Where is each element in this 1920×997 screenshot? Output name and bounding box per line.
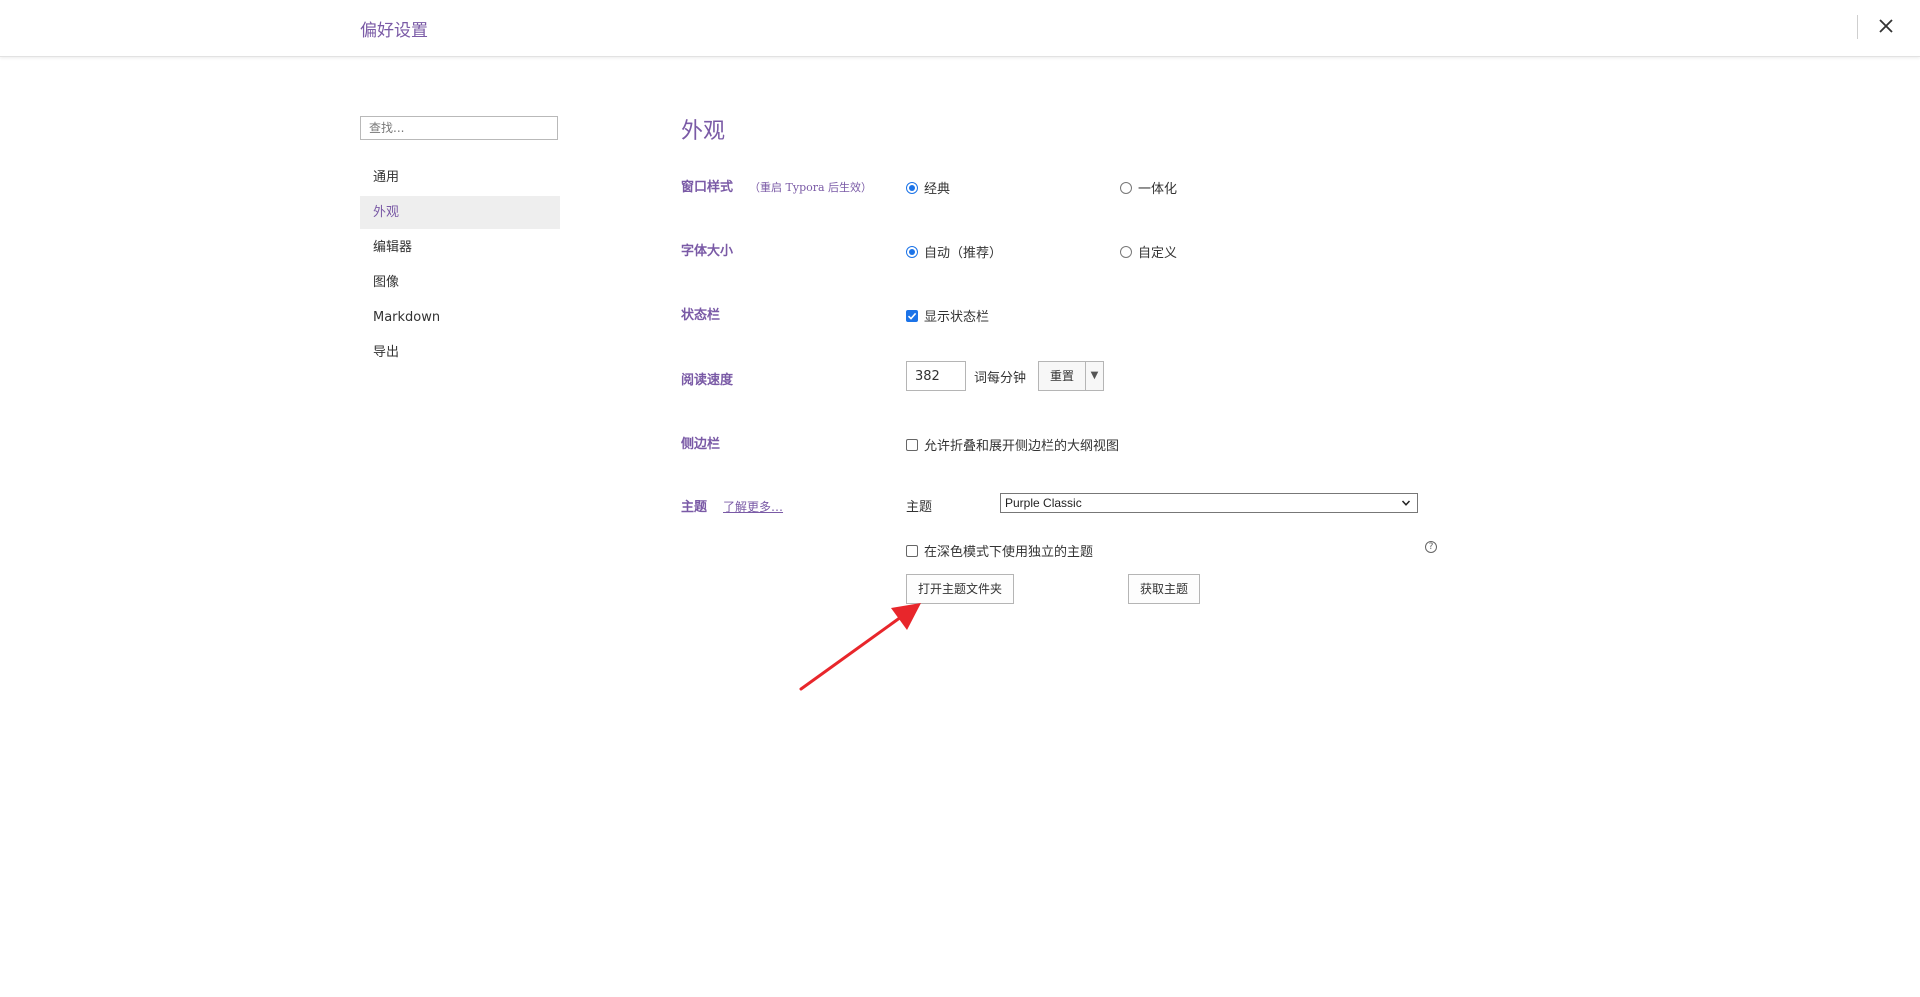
sidebar-outline-checkbox-label: 允许折叠和展开侧边栏的大纲视图: [924, 439, 1120, 454]
reset-button[interactable]: 重置: [1039, 362, 1086, 390]
reading-speed-label: 阅读速度: [681, 373, 734, 388]
window-title: 偏好设置: [360, 21, 428, 41]
font-size-auto-label: 自动（推荐）: [924, 246, 1003, 261]
section-title: 外观: [681, 119, 726, 144]
dark-mode-theme-checkbox[interactable]: [906, 544, 918, 557]
reset-dropdown-arrow[interactable]: ▼: [1086, 362, 1103, 390]
window-style-label-text: 窗口样式: [681, 180, 734, 195]
sidebar-item-appearance[interactable]: 外观: [360, 196, 560, 229]
sidebar-item-general[interactable]: 通用: [360, 161, 560, 194]
sidebar-outline-option[interactable]: 允许折叠和展开侧边栏的大纲视图: [906, 435, 1119, 454]
title-separator: [1857, 15, 1858, 39]
window-style-unified-label: 一体化: [1138, 182, 1178, 197]
font-size-auto-option[interactable]: 自动（推荐）: [906, 242, 1002, 261]
status-bar-checkbox-label: 显示状态栏: [924, 310, 990, 325]
status-bar-checkbox[interactable]: [906, 309, 918, 322]
sidebar-item-markdown[interactable]: Markdown: [360, 301, 560, 334]
dark-mode-theme-label: 在深色模式下使用独立的主题: [924, 545, 1094, 560]
theme-field-label: 主题: [906, 500, 933, 515]
radio-font-auto[interactable]: [906, 245, 918, 258]
close-button[interactable]: [1872, 12, 1900, 40]
learn-more-link[interactable]: 了解更多…: [723, 500, 783, 514]
sidebar-setting-label: 侧边栏: [681, 437, 721, 452]
get-themes-button[interactable]: 获取主题: [1128, 574, 1200, 604]
reading-speed-unit: 词每分钟: [974, 371, 1027, 386]
dark-mode-theme-option[interactable]: 在深色模式下使用独立的主题: [906, 541, 1093, 560]
annotation-arrow-icon: [799, 603, 921, 691]
font-size-custom-option[interactable]: 自定义: [1120, 242, 1177, 261]
theme-row-label: 主题 了解更多…: [681, 496, 783, 515]
theme-select-value: Purple Classic: [1005, 496, 1082, 510]
radio-classic[interactable]: [906, 181, 918, 194]
window-style-classic-label: 经典: [924, 182, 951, 197]
font-size-label: 字体大小: [681, 244, 734, 259]
check-icon: [907, 312, 917, 320]
close-icon: [1879, 19, 1893, 33]
window-style-note: （重启 Typora 后生效）: [749, 181, 873, 194]
help-icon[interactable]: ?: [1425, 541, 1437, 553]
radio-font-custom[interactable]: [1120, 245, 1132, 258]
sidebar-item-editor[interactable]: 编辑器: [360, 231, 560, 264]
sidebar-outline-checkbox[interactable]: [906, 438, 918, 451]
sidebar-item-export[interactable]: 导出: [360, 336, 560, 369]
window-style-unified-option[interactable]: 一体化: [1120, 178, 1177, 197]
search-input[interactable]: [360, 116, 558, 140]
radio-unified[interactable]: [1120, 181, 1132, 194]
status-bar-label: 状态栏: [681, 308, 721, 323]
chevron-down-icon: [1401, 500, 1411, 506]
window-style-classic-option[interactable]: 经典: [906, 178, 950, 197]
theme-label-text: 主题: [681, 500, 708, 515]
window-style-label: 窗口样式 （重启 Typora 后生效）: [681, 176, 872, 195]
reset-split-button: 重置 ▼: [1038, 361, 1104, 391]
font-size-custom-label: 自定义: [1138, 246, 1178, 261]
theme-select[interactable]: Purple Classic: [1000, 493, 1418, 513]
status-bar-option[interactable]: 显示状态栏: [906, 306, 989, 325]
reading-speed-input[interactable]: [906, 361, 966, 391]
title-bar: 偏好设置: [0, 0, 1920, 57]
sidebar-item-image[interactable]: 图像: [360, 266, 560, 299]
sidebar-nav: 通用 外观 编辑器 图像 Markdown 导出: [360, 161, 560, 371]
